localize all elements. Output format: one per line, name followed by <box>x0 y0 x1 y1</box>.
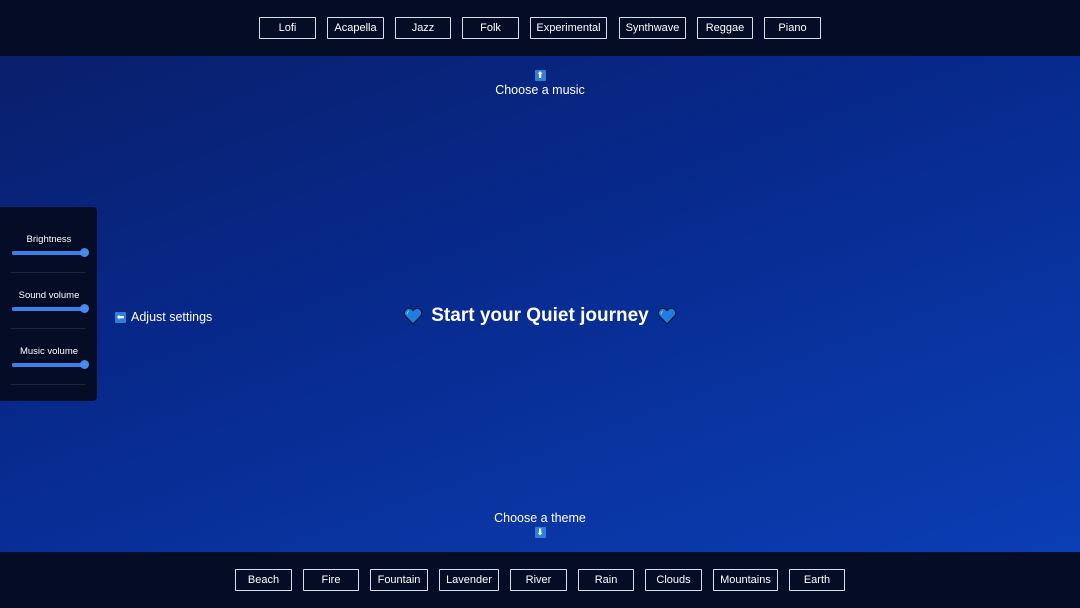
theme-button-clouds[interactable]: Clouds <box>645 569 702 591</box>
adjust-settings-hint: ⬅ Adjust settings <box>115 310 212 324</box>
theme-button-lavender[interactable]: Lavender <box>439 569 499 591</box>
brightness-label: Brightness <box>26 234 72 245</box>
music-button-piano[interactable]: Piano <box>764 17 821 39</box>
headline: Start your Quiet journey <box>300 305 780 327</box>
arrow-up-icon: ⬆ <box>534 70 546 81</box>
settings-divider <box>10 272 86 273</box>
music-button-reggae[interactable]: Reggae <box>697 17 753 39</box>
blue-heart-icon <box>657 307 677 325</box>
music-volume-slider[interactable] <box>12 360 89 369</box>
music-button-folk[interactable]: Folk <box>462 17 519 39</box>
choose-music-hint: ⬆ Choose a music <box>440 70 640 97</box>
sound-volume-label: Sound volume <box>18 290 80 301</box>
settings-divider <box>10 384 86 385</box>
music-button-synthwave[interactable]: Synthwave <box>619 17 686 39</box>
choose-music-label: Choose a music <box>495 83 585 97</box>
headline-text: Start your Quiet journey <box>431 305 649 326</box>
brightness-slider-thumb[interactable] <box>80 248 89 257</box>
sound-volume-slider-thumb[interactable] <box>80 304 89 313</box>
choose-theme-label: Choose a theme <box>494 511 586 525</box>
brightness-slider[interactable] <box>12 248 89 257</box>
theme-button-earth[interactable]: Earth <box>789 569 845 591</box>
brightness-slider-fill <box>12 251 84 255</box>
arrow-left-icon: ⬅ <box>115 311 126 323</box>
theme-button-fire[interactable]: Fire <box>303 569 359 591</box>
choose-theme-hint: Choose a theme ⬇ <box>440 511 640 538</box>
music-volume-slider-fill <box>12 363 84 367</box>
theme-button-river[interactable]: River <box>510 569 567 591</box>
theme-button-rain[interactable]: Rain <box>578 569 634 591</box>
music-button-experimental[interactable]: Experimental <box>530 17 607 39</box>
music-volume-setting: Music volume <box>12 346 89 369</box>
music-genre-bar: Lofi Acapella Jazz Folk Experimental Syn… <box>0 0 1080 56</box>
music-volume-slider-thumb[interactable] <box>80 360 89 369</box>
adjust-settings-label: Adjust settings <box>131 310 213 324</box>
theme-button-mountains[interactable]: Mountains <box>713 569 778 591</box>
sound-volume-setting: Sound volume <box>12 290 89 313</box>
sound-volume-slider[interactable] <box>12 304 89 313</box>
music-button-jazz[interactable]: Jazz <box>395 17 451 39</box>
theme-button-beach[interactable]: Beach <box>235 569 292 591</box>
settings-divider <box>10 328 86 329</box>
brightness-setting: Brightness <box>12 234 89 257</box>
music-button-acapella[interactable]: Acapella <box>327 17 384 39</box>
music-volume-label: Music volume <box>19 346 79 357</box>
settings-panel: Brightness Sound volume Music volume <box>0 207 97 401</box>
blue-heart-icon <box>403 307 423 325</box>
arrow-down-icon: ⬇ <box>534 527 546 538</box>
music-button-lofi[interactable]: Lofi <box>259 17 316 39</box>
sound-volume-slider-fill <box>12 307 84 311</box>
theme-button-fountain[interactable]: Fountain <box>370 569 428 591</box>
theme-bar: Beach Fire Fountain Lavender River Rain … <box>0 552 1080 608</box>
